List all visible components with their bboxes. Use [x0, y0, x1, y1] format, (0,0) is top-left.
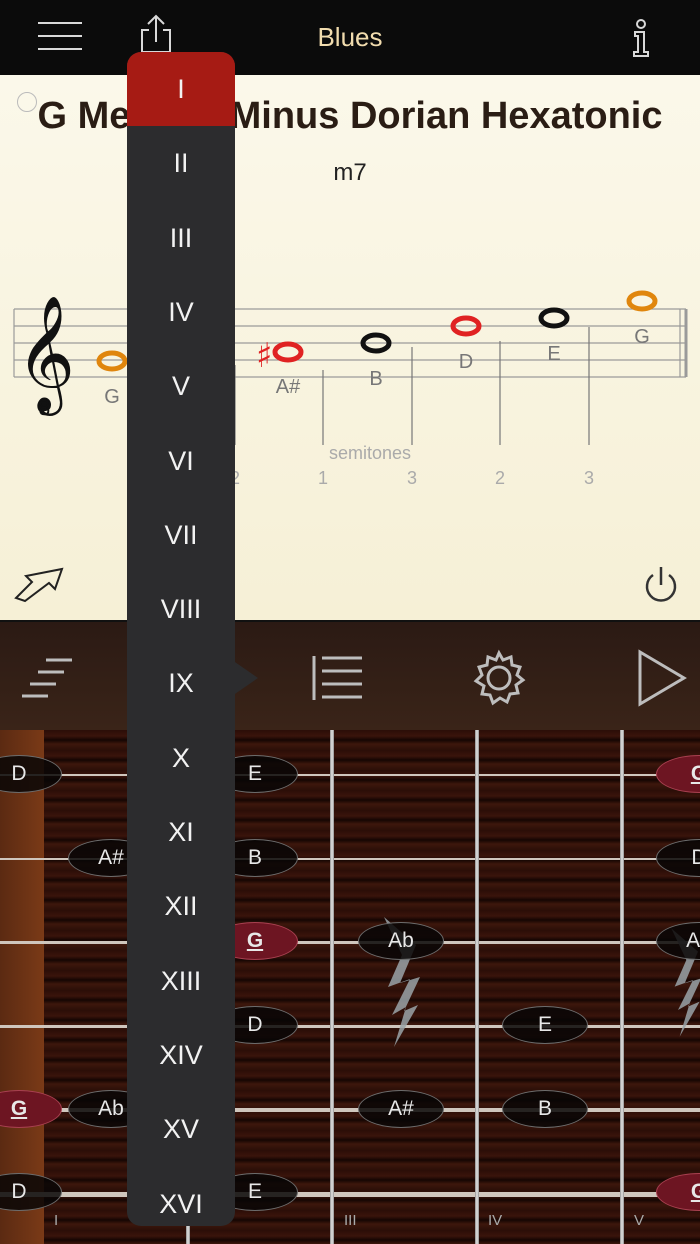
fret-line: [475, 730, 479, 1244]
fret-note[interactable]: E: [502, 1006, 588, 1044]
semitones-label: semitones: [328, 443, 412, 463]
dropdown-item-x[interactable]: X: [127, 721, 235, 795]
dropdown-item-iii[interactable]: III: [127, 201, 235, 275]
dropdown-item-xiii[interactable]: XIII: [127, 944, 235, 1018]
staff-note[interactable]: [538, 307, 570, 329]
string-4: [0, 1025, 700, 1028]
interval-number: 2: [495, 468, 505, 488]
staff-note-label: D: [459, 351, 473, 373]
staff-note-label: G: [104, 386, 120, 408]
scale-steps-icon[interactable]: [16, 648, 76, 708]
sharp-sign: ♯: [256, 336, 272, 376]
fret-note[interactable]: G: [656, 1173, 700, 1211]
staff-note-label: E: [547, 343, 560, 365]
app-title: Blues: [317, 22, 383, 52]
toolbar: [0, 620, 700, 730]
fret-number: IV: [488, 1212, 503, 1229]
svg-text:8: 8: [38, 396, 51, 420]
fret-note[interactable]: D: [0, 1173, 62, 1211]
position-dropdown[interactable]: I II III IV V VI VII VIII IX X XI XII XIII XIV XV XVI: [127, 52, 235, 1226]
fret-note[interactable]: A#: [656, 922, 700, 960]
dropdown-pointer: [232, 660, 258, 696]
dropdown-item-xii[interactable]: XII: [127, 869, 235, 943]
fret-note[interactable]: Ab: [358, 922, 444, 960]
dropdown-item-viii[interactable]: VIII: [127, 572, 235, 646]
notation-sheet: G Melodic Minus Dorian Hexatonic m7 𝄞 8 …: [0, 75, 700, 620]
fret-number: V: [634, 1212, 645, 1229]
power-icon[interactable]: [642, 563, 680, 605]
fret-note[interactable]: D: [0, 755, 62, 793]
fret-line: [620, 730, 624, 1244]
staff-note[interactable]: [626, 290, 658, 312]
dropdown-item-ix[interactable]: IX: [127, 646, 235, 720]
dropdown-item-xiv[interactable]: XIV: [127, 1018, 235, 1092]
staff-note[interactable]: [272, 341, 304, 363]
dropdown-item-xi[interactable]: XI: [127, 795, 235, 869]
gear-icon[interactable]: [470, 648, 528, 708]
staff-note[interactable]: [96, 350, 128, 372]
dropdown-item-iv[interactable]: IV: [127, 275, 235, 349]
fret-note[interactable]: G: [656, 755, 700, 793]
staff-note-label: A#: [276, 376, 301, 398]
dropdown-item-v[interactable]: V: [127, 349, 235, 423]
chord-label: m7: [333, 159, 367, 186]
string-1: [0, 774, 700, 776]
app-root: Blues G Melodic Minus Dorian Hexatonic m…: [0, 0, 700, 1244]
dropdown-item-ii[interactable]: II: [127, 126, 235, 200]
string-3: [0, 941, 700, 944]
dropdown-item-xvi[interactable]: XVI: [127, 1167, 235, 1227]
fretboard-nut: [0, 730, 44, 1244]
fret-number: III: [344, 1212, 357, 1229]
fret-note[interactable]: A#: [358, 1090, 444, 1128]
staff-note-label: G: [634, 326, 650, 348]
play-icon[interactable]: [636, 648, 688, 708]
string-6: [0, 1192, 700, 1197]
dropdown-item-i[interactable]: I: [127, 52, 235, 126]
interval-number: 3: [584, 468, 594, 488]
dropdown-item-vii[interactable]: VII: [127, 498, 235, 572]
top-bar: Blues: [0, 0, 700, 75]
list-icon[interactable]: [310, 648, 366, 708]
fret-note[interactable]: B: [502, 1090, 588, 1128]
scale-title: G Melodic Minus Dorian Hexatonic: [37, 95, 663, 137]
info-icon[interactable]: [626, 18, 656, 58]
interval-number: 3: [407, 468, 417, 488]
fret-note[interactable]: D: [656, 839, 700, 877]
fret-note[interactable]: G: [0, 1090, 62, 1128]
staff-note-label: B: [369, 368, 382, 390]
fret-line: [330, 730, 334, 1244]
dropdown-item-xv[interactable]: XV: [127, 1092, 235, 1166]
dropdown-item-vi[interactable]: VI: [127, 424, 235, 498]
fret-number: I: [54, 1212, 59, 1229]
fretboard[interactable]: DEGA#BDGAbA#DEAbA#BDEGG IIIIIIIVV: [0, 730, 700, 1244]
expand-arrow-icon[interactable]: [12, 565, 66, 603]
interval-number: 1: [318, 468, 328, 488]
